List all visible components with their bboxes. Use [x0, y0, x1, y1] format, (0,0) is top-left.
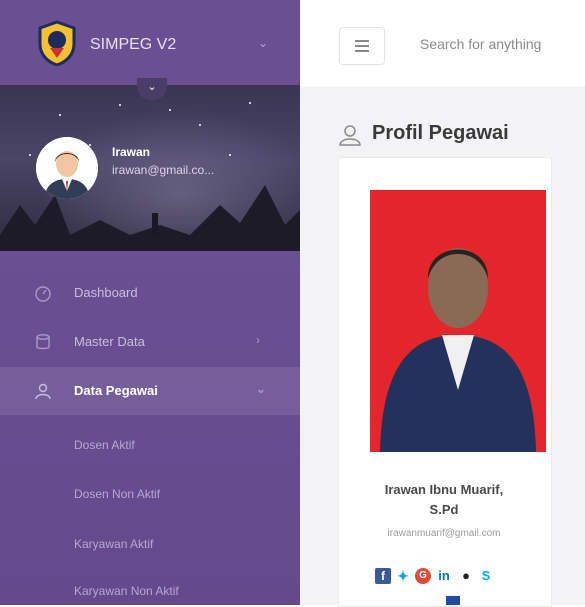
menu-label-data-pegawai: Data Pegawai	[74, 383, 158, 398]
dashboard-icon	[35, 286, 51, 302]
search-input[interactable]: Search for anything	[420, 36, 541, 52]
twitter-icon[interactable]: ✦	[395, 568, 411, 584]
reddit-icon[interactable]: ●	[458, 568, 474, 584]
menu-item-dashboard[interactable]: Dashboard	[0, 269, 300, 317]
google-plus-icon[interactable]: G	[415, 568, 431, 584]
employee-photo	[370, 190, 546, 452]
user-icon	[35, 383, 51, 400]
app-title: SIMPEG V2	[90, 36, 177, 53]
user-email: irawan@gmail.co...	[112, 163, 215, 177]
menu-toggle-button[interactable]	[339, 27, 385, 65]
database-icon	[36, 334, 50, 350]
employee-name: Irawan Ibnu Muarif, S.Pd	[338, 480, 550, 520]
employee-email: irawanmuarif@gmail.com	[387, 528, 501, 539]
avatar	[36, 137, 98, 199]
submenu-item-karyawan-aktif[interactable]: Karyawan Aktif	[74, 537, 153, 551]
menu-item-data-pegawai[interactable]: Data Pegawai ⌄	[0, 367, 300, 415]
menu-label-master-data: Master Data	[74, 334, 145, 349]
employee-name-line2: S.Pd	[429, 502, 459, 517]
user-name: Irawan	[112, 145, 151, 159]
menu-label-dashboard: Dashboard	[74, 285, 138, 300]
skype-icon[interactable]: S	[478, 568, 494, 584]
chevron-down-icon: ⌄	[256, 382, 267, 396]
menu-item-master-data[interactable]: Master Data ›	[0, 318, 300, 366]
hamburger-icon	[355, 40, 369, 52]
chevron-down-icon[interactable]: ⌄	[258, 36, 268, 50]
chevron-right-icon: ›	[256, 333, 260, 347]
page-title: Profil Pegawai	[372, 122, 509, 144]
submenu-item-dosen-aktif[interactable]: Dosen Aktif	[74, 438, 135, 452]
brand-bar: SIMPEG V2 ⌄	[0, 0, 300, 85]
employee-name-line1: Irawan Ibnu Muarif,	[384, 482, 504, 497]
user-icon	[339, 125, 361, 146]
linkedin-icon[interactable]: in	[436, 568, 452, 584]
scroll-indicator	[446, 596, 460, 605]
facebook-icon[interactable]: f	[375, 568, 391, 584]
submenu-item-dosen-non-aktif[interactable]: Dosen Non Aktif	[74, 487, 160, 501]
logo-icon	[38, 20, 76, 66]
submenu-item-karyawan-non-aktif[interactable]: Karyawan Non Aktif	[74, 584, 179, 598]
